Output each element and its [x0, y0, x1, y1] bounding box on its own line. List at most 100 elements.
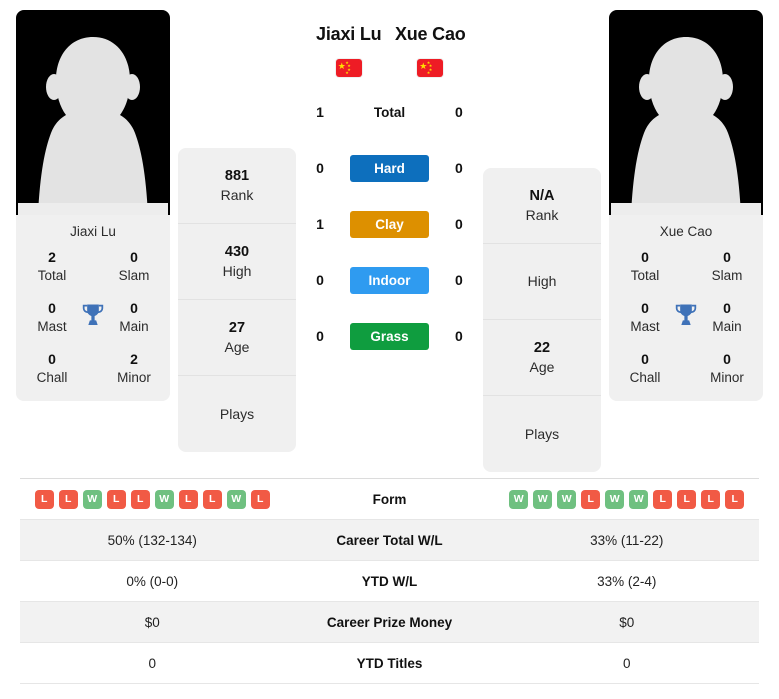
surface-badge-indoor[interactable]: Indoor: [350, 266, 429, 294]
right-career-prize-money: $0: [619, 614, 635, 630]
form-badge-loss: L: [34, 489, 54, 509]
trophy-row: 0 Total 0 Slam: [617, 249, 755, 284]
person-silhouette-icon: [611, 23, 761, 215]
form-badge-loss: L: [725, 489, 745, 509]
form-badge-loss: L: [250, 489, 270, 509]
form-badge-win: W: [629, 489, 649, 509]
left-stat-plays: Plays: [178, 376, 296, 452]
trophy-stat-value: 0: [641, 300, 649, 317]
stat-label: Plays: [524, 425, 560, 442]
stat-label: High: [222, 262, 252, 279]
h2h-right-value: 0: [455, 216, 463, 232]
trophy-icon: [82, 304, 104, 326]
right-stat-plays: Plays: [483, 396, 601, 472]
form-badge-loss: L: [202, 489, 222, 509]
right-player-name: Xue Cao: [394, 24, 466, 44]
form-badge-win: W: [533, 489, 553, 509]
trophy-stat-value: 0: [723, 351, 731, 368]
stat-value: N/A: [529, 187, 555, 204]
surface-breakdown: 1 Total 0 0 Hard 0 1 Clay 0 0 Indoor 0 0…: [298, 84, 481, 364]
left-career-total-wl: 50% (132-134): [107, 532, 197, 548]
left-career-prize-money: $0: [144, 614, 160, 630]
form-badge-win: W: [509, 489, 529, 509]
table-row-ytd-titles: 0 YTD Titles 0: [20, 643, 759, 684]
h2h-row-grass: 0 Grass 0: [298, 308, 481, 364]
trophy-row: 0 Mast 0 Main: [617, 300, 755, 335]
trophy-stat-total: 2 Total: [24, 249, 80, 284]
right-ytd-wl: 33% (2-4): [597, 573, 657, 589]
form-badge-win: W: [226, 489, 246, 509]
form-badge-win: W: [154, 489, 174, 509]
h2h-label-total: Total: [373, 104, 406, 120]
left-mid-stats-card: 881 Rank 430 High 27 Age Plays: [178, 148, 296, 452]
form-badge-loss: L: [178, 489, 198, 509]
trophy-stat-label: Mast: [37, 319, 67, 335]
right-form-strip: WWWLWWLLLL: [501, 489, 754, 509]
head-to-head-column: Jiaxi Lu ★ ★ ★ ★ ★ Xue Cao ★ ★ ★ ★ ★ 1 T…: [296, 10, 483, 364]
row-label-ytd-titles: YTD Titles: [356, 655, 423, 671]
right-player-name-block[interactable]: Xue Cao ★ ★ ★ ★ ★: [390, 24, 472, 77]
trophy-row: 0 Chall 2 Minor: [24, 351, 162, 386]
left-form-cell: LLWLLWLLWL: [20, 489, 285, 509]
h2h-right-value: 0: [455, 328, 463, 344]
comparison-section: Jiaxi Lu 2 Total 0 Slam 0 Mast 0 Main 0 …: [0, 0, 779, 478]
row-label-ytd-wl: YTD W/L: [361, 573, 418, 589]
h2h-left-value: 0: [316, 272, 324, 288]
trophy-stat-minor: 0 Minor: [699, 351, 755, 386]
person-silhouette-icon: [18, 23, 168, 215]
table-row-career-prize-money: $0 Career Prize Money $0: [20, 602, 759, 643]
trophy-stat-value: 0: [723, 300, 731, 317]
trophy-row: 0 Mast 0 Main: [24, 300, 162, 335]
form-badge-loss: L: [58, 489, 78, 509]
form-badge-loss: L: [701, 489, 721, 509]
left-player-name-block[interactable]: Jiaxi Lu ★ ★ ★ ★ ★: [308, 24, 390, 77]
left-avatar-name: Jiaxi Lu: [16, 215, 170, 249]
trophy-stat-value: 0: [641, 249, 649, 265]
row-label-career-prize-money: Career Prize Money: [326, 614, 453, 630]
flag-star: ★: [426, 70, 431, 75]
left-player-avatar: [16, 10, 170, 215]
row-label-form: Form: [372, 491, 407, 507]
surface-badge-hard[interactable]: Hard: [350, 154, 429, 182]
flag-star: ★: [345, 70, 349, 75]
row-label-career-total-wl: Career Total W/L: [336, 532, 443, 548]
trophy-stat-label: Main: [712, 319, 742, 335]
trophy-stat-chall: 0 Chall: [24, 351, 80, 386]
left-ytd-titles: 0: [148, 655, 156, 671]
trophy-stat-label: Slam: [118, 267, 150, 283]
trophy-stat-label: Minor: [117, 370, 151, 386]
trophy-stat-label: Minor: [710, 370, 744, 386]
h2h-row-total: 1 Total 0: [298, 84, 481, 140]
trophy-stat-value: 0: [641, 351, 649, 368]
right-player-card[interactable]: Xue Cao 0 Total 0 Slam 0 Mast 0 Main 0 C…: [609, 10, 763, 401]
stat-value: 881: [224, 167, 250, 184]
left-player-card[interactable]: Jiaxi Lu 2 Total 0 Slam 0 Mast 0 Main 0 …: [16, 10, 170, 401]
trophy-stat-value: 2: [130, 351, 138, 368]
comparison-stats-table: LLWLLWLLWL Form WWWLWWLLLL 50% (132-134)…: [20, 478, 759, 684]
form-badge-win: W: [82, 489, 102, 509]
right-stat-rank: N/A Rank: [483, 168, 601, 244]
trophy-icon: [675, 304, 697, 326]
trophy-stat-value: 0: [130, 300, 138, 317]
right-trophy-grid: 0 Total 0 Slam 0 Mast 0 Main 0 Chall 0 M…: [609, 249, 763, 401]
trophy-stat-label: Total: [37, 267, 67, 283]
stat-label: High: [527, 273, 557, 290]
left-trophy-grid: 2 Total 0 Slam 0 Mast 0 Main 0 Chall 2 M…: [16, 249, 170, 401]
form-badge-loss: L: [677, 489, 697, 509]
h2h-right-value: 0: [455, 104, 463, 120]
trophy-stat-slam: 0 Slam: [699, 249, 755, 284]
right-mid-stats-card: N/A Rank High 22 Age Plays: [483, 168, 601, 472]
table-row-form: LLWLLWLLWL Form WWWLWWLLLL: [20, 479, 759, 520]
right-ytd-titles: 0: [622, 655, 631, 671]
player-comparison-page: Jiaxi Lu 2 Total 0 Slam 0 Mast 0 Main 0 …: [0, 0, 779, 699]
trophy-stat-value: 0: [48, 300, 56, 317]
table-row-ytd-wl: 0% (0-0) YTD W/L 33% (2-4): [20, 561, 759, 602]
trophy-row: 0 Chall 0 Minor: [617, 351, 755, 386]
form-badge-loss: L: [653, 489, 673, 509]
surface-badge-grass[interactable]: Grass: [350, 322, 429, 350]
surface-badge-clay[interactable]: Clay: [350, 210, 429, 238]
h2h-left-value: 0: [316, 328, 324, 344]
trophy-stat-mast: 0 Mast: [24, 300, 80, 335]
trophy-stat-chall: 0 Chall: [617, 351, 673, 386]
trophy-stat-mast: 0 Mast: [617, 300, 673, 335]
